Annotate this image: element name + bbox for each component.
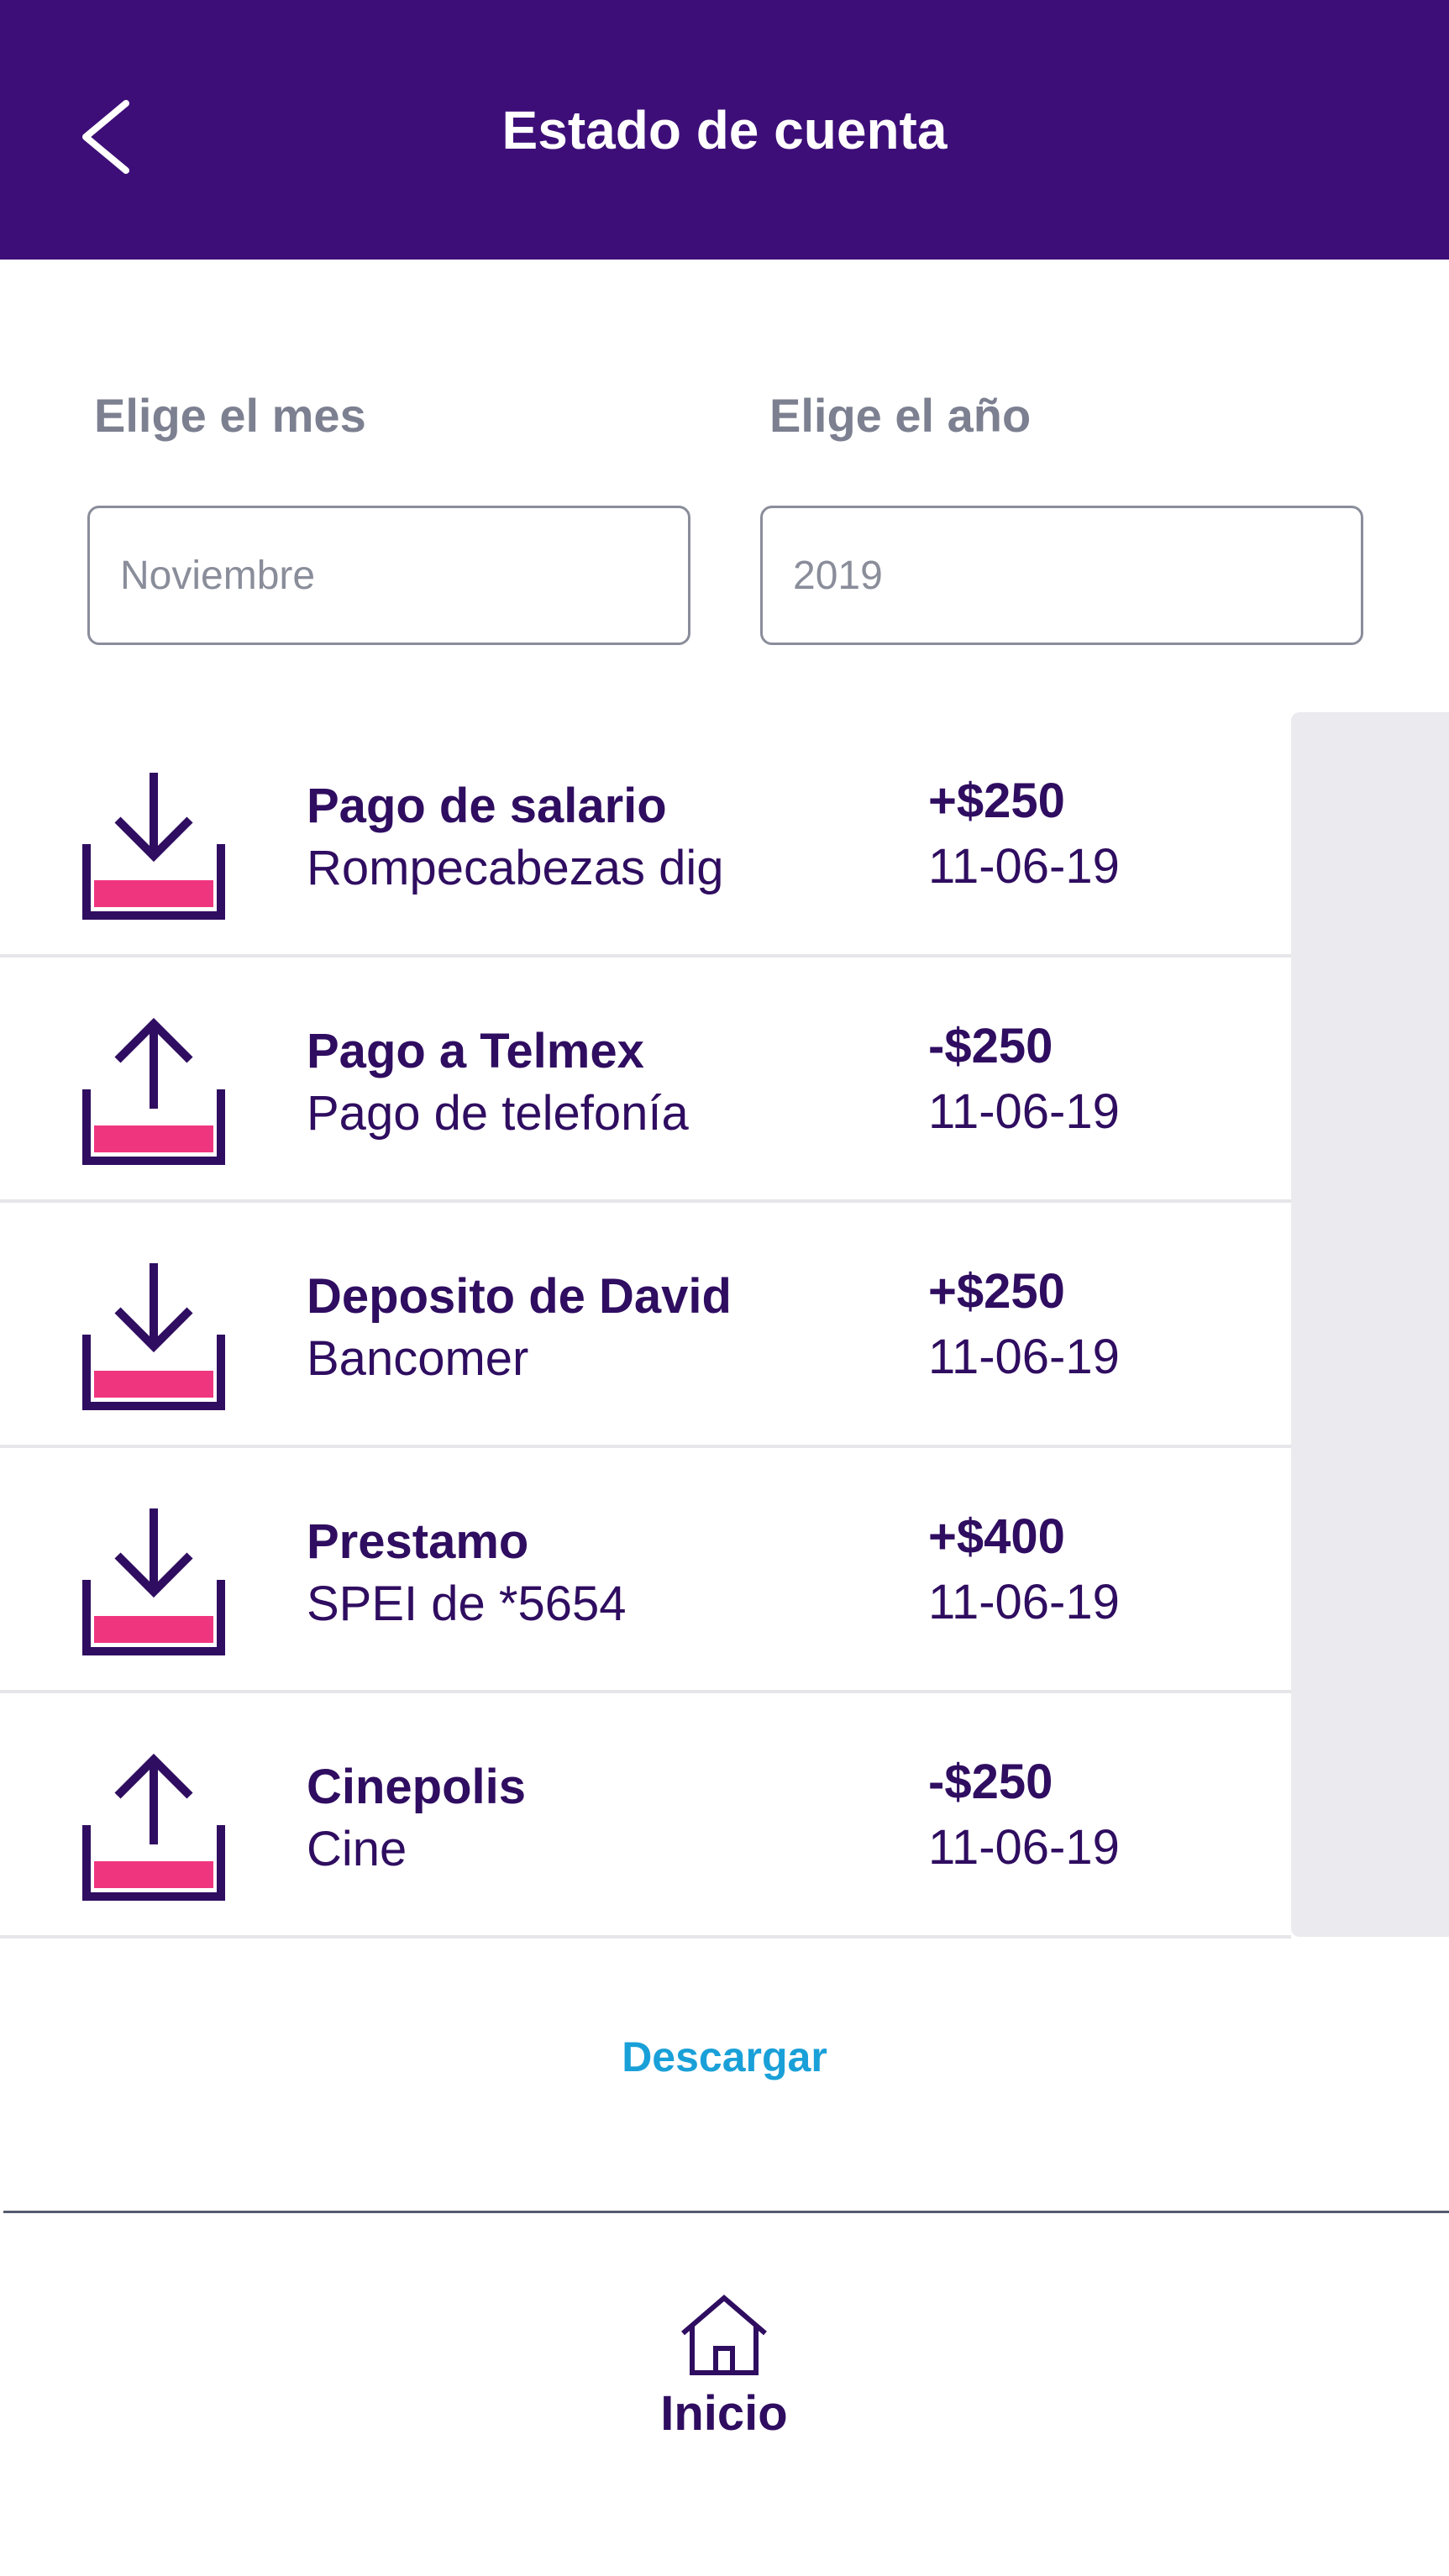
- transaction-row[interactable]: Prestamo SPEI de *5654 +$400 11-06-19: [0, 1448, 1291, 1693]
- nav-home-label: Inicio: [660, 2386, 788, 2441]
- transaction-row[interactable]: Pago de salario Rompecabezas dig +$250 1…: [0, 712, 1291, 957]
- download-icon: [82, 1508, 225, 1655]
- transaction-date: 11-06-19: [928, 1575, 1120, 1629]
- month-value: Noviembre: [120, 553, 316, 598]
- transaction-row[interactable]: Pago a Telmex Pago de telefonía -$250 11…: [0, 957, 1291, 1203]
- month-select[interactable]: Noviembre: [87, 506, 690, 645]
- transaction-row[interactable]: Cinepolis Cine -$250 11-06-19: [0, 1693, 1291, 1939]
- transaction-amount: +$250: [928, 774, 1065, 828]
- transaction-date: 11-06-19: [928, 1084, 1120, 1139]
- back-button[interactable]: [67, 91, 143, 183]
- upload-icon: [82, 1018, 225, 1165]
- year-select[interactable]: 2019: [760, 506, 1363, 645]
- transaction-subtitle: Rompecabezas dig: [307, 841, 724, 895]
- transaction-title: Deposito de David: [307, 1269, 732, 1324]
- transaction-amount: -$250: [928, 1019, 1053, 1073]
- scrollbar[interactable]: [1291, 712, 1449, 1937]
- nav-home-button[interactable]: Inicio: [623, 2293, 825, 2478]
- download-icon: [82, 1263, 225, 1410]
- month-label: Elige el mes: [94, 389, 366, 442]
- transaction-title: Prestamo: [307, 1514, 529, 1569]
- transaction-subtitle: SPEI de *5654: [307, 1577, 627, 1631]
- transaction-subtitle: Cine: [307, 1822, 407, 1876]
- chevron-left-icon: [82, 100, 129, 174]
- year-label: Elige el año: [769, 389, 1032, 442]
- download-button[interactable]: Descargar: [0, 2033, 1449, 2081]
- bottom-nav-divider: [3, 2211, 1449, 2213]
- transaction-title: Pago de salario: [307, 779, 667, 833]
- download-icon: [82, 773, 225, 920]
- home-icon: [681, 2295, 767, 2375]
- year-value: 2019: [793, 553, 883, 598]
- transaction-amount: +$250: [928, 1264, 1065, 1319]
- transaction-amount: +$400: [928, 1509, 1065, 1564]
- transaction-title: Pago a Telmex: [307, 1024, 644, 1078]
- transaction-date: 11-06-19: [928, 839, 1120, 894]
- transaction-title: Cinepolis: [307, 1760, 527, 1814]
- transaction-list: Pago de salario Rompecabezas dig +$250 1…: [0, 712, 1291, 1939]
- upload-icon: [82, 1754, 225, 1901]
- transaction-subtitle: Bancomer: [307, 1331, 529, 1386]
- transaction-amount: -$250: [928, 1755, 1053, 1809]
- transaction-row[interactable]: Deposito de David Bancomer +$250 11-06-1…: [0, 1203, 1291, 1448]
- transaction-date: 11-06-19: [928, 1330, 1120, 1384]
- page-title: Estado de cuenta: [501, 99, 948, 160]
- transaction-date: 11-06-19: [928, 1820, 1120, 1875]
- transaction-subtitle: Pago de telefonía: [307, 1086, 689, 1141]
- app-header: Estado de cuenta: [0, 0, 1449, 260]
